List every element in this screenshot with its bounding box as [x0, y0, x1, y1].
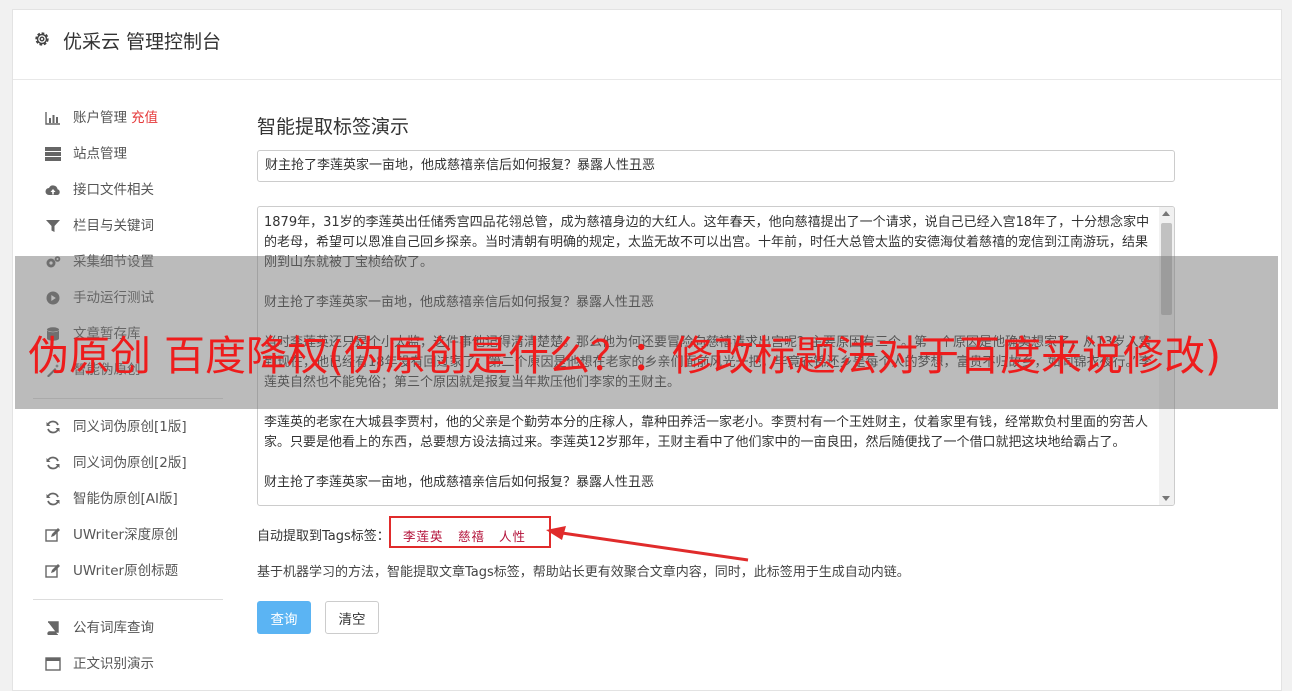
page-title: 优采云 管理控制台 [63, 31, 222, 53]
tag-item: 慈禧 [458, 529, 486, 544]
watermark-title: 伪原创 百度降权(伪原创是什么？：修改标题法对于百度来说修改) [28, 332, 1222, 380]
filter-icon [46, 220, 60, 232]
sidebar-item-label: 接口文件相关 [73, 182, 154, 198]
tag-item: 李莲英 [403, 529, 444, 544]
sidebar-item-label: 公有词库查询 [73, 620, 154, 636]
sidebar-item-uwriter-title[interactable]: UWriter原创标题 [33, 553, 223, 589]
sidebar-item-label: 站点管理 [73, 146, 127, 162]
bar-chart-icon [45, 112, 60, 125]
sidebar-item-interface-files[interactable]: 接口文件相关 [33, 172, 223, 208]
clear-button[interactable]: 清空 [325, 601, 379, 634]
sidebar-item-label: 同义词伪原创[1版] [73, 419, 187, 435]
article-paragraph: 李莲英的老家在大城县李贾村，他的父亲是个勤劳本分的庄稼人，靠种田养活一家老小。李… [264, 415, 1149, 450]
annotation-arrow-icon [546, 526, 749, 562]
section-heading: 智能提取标签演示 [257, 116, 410, 138]
scroll-down-icon[interactable] [1162, 496, 1170, 501]
refresh-icon [46, 456, 60, 470]
query-button[interactable]: 查询 [257, 601, 311, 634]
title-input[interactable]: 财主抢了李莲英家一亩地，他成慈禧亲信后如何报复？暴露人性丑恶 [257, 150, 1175, 182]
refresh-icon [46, 420, 60, 434]
refresh-icon [46, 492, 60, 506]
sidebar-item-synonym-v2[interactable]: 同义词伪原创[2版] [33, 445, 223, 481]
sidebar-item-label: 正文识别演示 [73, 656, 154, 672]
sidebar-item-uwriter-deep[interactable]: UWriter深度原创 [33, 517, 223, 553]
sidebar-item-synonym-v1[interactable]: 同义词伪原创[1版] [33, 409, 223, 445]
sidebar-item-account[interactable]: 账户管理 充值 [33, 100, 223, 136]
window-icon [45, 657, 61, 671]
recharge-link[interactable]: 充值 [131, 110, 158, 126]
book-icon [47, 621, 59, 635]
edit-icon [45, 564, 60, 578]
server-icon [45, 147, 61, 161]
tags-label: 自动提取到Tags标签： [257, 529, 390, 544]
sidebar-item-label: 同义词伪原创[2版] [73, 455, 187, 471]
sidebar-item-label: 账户管理 [73, 110, 127, 126]
sidebar-item-body-recognition[interactable]: 正文识别演示 [33, 646, 223, 682]
sidebar-item-ai-rewrite[interactable]: 智能伪原创[AI版] [33, 481, 223, 517]
gear-icon [35, 32, 49, 46]
sidebar-item-sites[interactable]: 站点管理 [33, 136, 223, 172]
sidebar-item-label: 栏目与关键词 [73, 218, 154, 234]
scroll-up-icon[interactable] [1162, 211, 1170, 216]
cloud-upload-icon [45, 185, 60, 195]
header: 优采云 管理控制台 [13, 10, 1281, 80]
sidebar-item-columns-keywords[interactable]: 栏目与关键词 [33, 208, 223, 244]
edit-icon [45, 528, 60, 542]
sidebar-divider [33, 599, 223, 600]
tags-highlight-box: 李莲英 慈禧 人性 [389, 516, 551, 548]
tag-item: 人性 [499, 529, 527, 544]
sidebar-item-label: 智能伪原创[AI版] [73, 491, 178, 507]
sidebar-item-public-lexicon[interactable]: 公有词库查询 [33, 610, 223, 646]
article-paragraph: 财主抢了李莲英家一亩地，他成慈禧亲信后如何报复？暴露人性丑恶 [264, 475, 655, 490]
sidebar-item-label: UWriter原创标题 [73, 563, 179, 579]
sidebar-item-label: UWriter深度原创 [73, 527, 179, 543]
